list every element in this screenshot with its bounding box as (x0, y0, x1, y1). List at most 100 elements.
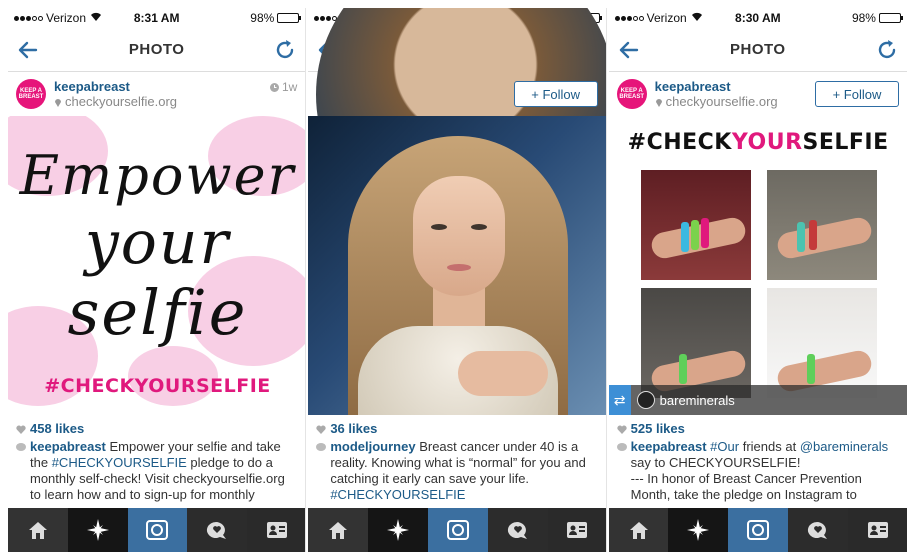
tab-home[interactable] (8, 508, 68, 552)
profile-icon (567, 522, 588, 538)
username-link[interactable]: keepabreast (655, 79, 778, 94)
caption: keepabreast #Our friends at @baremineral… (616, 439, 899, 503)
tab-camera[interactable] (127, 508, 188, 552)
camera-icon (446, 520, 469, 540)
caption: keepabreast Empower your selfie and take… (16, 439, 297, 503)
clock-icon (269, 82, 279, 92)
image-title: #CHECKYOURSELFIE (627, 130, 889, 155)
post-header: KEEP A BREAST keepabreast checkyourselfi… (609, 72, 907, 116)
signal-icon (14, 15, 43, 21)
location-link[interactable]: checkyourselfie.org (666, 94, 778, 109)
tab-camera[interactable] (427, 508, 488, 552)
battery-icon (878, 13, 903, 23)
caption-hashtag[interactable]: #CHECKYOURSELFIE (330, 487, 465, 502)
page-title: PHOTO (730, 41, 786, 58)
home-icon (329, 522, 348, 539)
home-icon (28, 522, 47, 539)
comment-bubble-icon (16, 443, 26, 451)
repost-banner[interactable]: ⇄ bareminerals (608, 385, 907, 415)
caption-username[interactable]: keepabreast (631, 439, 707, 454)
activity-icon (807, 522, 827, 539)
home-icon (629, 522, 648, 539)
tab-profile[interactable] (547, 508, 606, 552)
caption-text-b: say to CHECKYOURSELFIE! (630, 455, 801, 470)
post-photo[interactable]: #CHECKYOURSELFIE ⇄ bareminerals (608, 116, 907, 415)
location-pin-icon (55, 98, 61, 107)
post-header: KEEP A BREAST keepabreast checkyourselfi… (8, 72, 305, 116)
nav-bar: PHOTO (8, 28, 306, 72)
likes-count[interactable]: 36 likes (330, 421, 377, 437)
image-text-line-3: selfie (67, 276, 248, 349)
signal-icon (614, 15, 644, 21)
phone-screen-2: Verizon 8:30 AM 98% PHOTO modeljourney (308, 8, 607, 552)
carrier-name: Verizon (46, 11, 87, 25)
image-hashtag: #CHECKYOURSELFIE (44, 375, 271, 397)
camera-icon (146, 520, 169, 540)
tab-bar (308, 508, 606, 552)
tab-home[interactable] (608, 508, 669, 552)
comment-bubble-icon (616, 443, 627, 451)
location-pin-icon (655, 98, 662, 107)
location-link[interactable]: checkyourselfie.org (65, 94, 177, 109)
explore-icon (387, 519, 410, 541)
back-arrow-icon[interactable] (16, 38, 40, 62)
tab-bar (608, 508, 907, 552)
caption-mention[interactable]: @bareminerals (800, 439, 888, 454)
avatar[interactable]: KEEP A BREAST (16, 79, 46, 109)
page-title: PHOTO (128, 41, 185, 58)
refresh-icon[interactable] (273, 38, 297, 62)
caption-username[interactable]: keepabreast (30, 439, 106, 454)
explore-icon (86, 519, 109, 541)
profile-icon (867, 522, 888, 538)
tab-home[interactable] (308, 508, 369, 552)
username-link[interactable]: keepabreast (54, 79, 177, 94)
activity-icon (207, 522, 227, 539)
caption-hashtag[interactable]: #CHECKYOURSELFIE (52, 455, 187, 470)
tab-explore[interactable] (67, 508, 128, 552)
heart-icon (16, 424, 26, 434)
tab-activity[interactable] (187, 508, 248, 552)
repost-username[interactable]: bareminerals (660, 393, 735, 408)
caption-username[interactable]: modeljourney (330, 439, 415, 454)
tab-activity[interactable] (788, 508, 848, 552)
explore-icon (687, 519, 710, 541)
camera-icon (747, 520, 770, 540)
tab-camera[interactable] (728, 508, 789, 552)
post-header: modeljourney + Follow (308, 8, 606, 244)
screenshot-collage: Verizon 8:31 AM 98% PHOTO KEEP A BREAST … (8, 8, 907, 552)
activity-icon (507, 522, 527, 539)
caption: modeljourney Breast cancer under 40 is a… (316, 439, 597, 503)
post-photo[interactable]: Empower your selfie #CHECKYOURSELFIE (8, 116, 306, 415)
time-ago: 1w (281, 80, 298, 94)
profile-icon (267, 522, 288, 538)
likes-count[interactable]: 458 likes (30, 421, 84, 437)
back-arrow-icon[interactable] (617, 38, 641, 62)
likes-count[interactable]: 525 likes (631, 421, 685, 437)
heart-icon (316, 424, 326, 434)
post-body: 525 likes keepabreast #Our friends at @b… (609, 415, 907, 503)
tab-activity[interactable] (487, 508, 548, 552)
follow-button[interactable]: + Follow (513, 81, 598, 107)
battery-percent: 98% (250, 11, 275, 25)
battery-icon (277, 13, 302, 23)
tab-profile[interactable] (847, 508, 907, 552)
post-body: 36 likes modeljourney Breast cancer unde… (308, 415, 605, 503)
wifi-icon (90, 12, 102, 25)
caption-hashtag[interactable]: #Our (710, 439, 739, 454)
phone-screen-3: Verizon 8:30 AM 98% PHOTO KEEP A BREAST … (608, 8, 907, 552)
refresh-icon[interactable] (875, 38, 899, 62)
heart-icon (617, 424, 627, 434)
tab-explore[interactable] (368, 508, 428, 552)
tab-explore[interactable] (668, 508, 729, 552)
avatar[interactable]: KEEP A BREAST (616, 79, 647, 109)
image-text-line-1: Empower (19, 144, 296, 207)
caption-text-c: --- In honor of Breast Cancer Prevention… (630, 471, 862, 502)
repost-avatar (636, 391, 655, 409)
carrier-name: Verizon (646, 11, 687, 25)
post-photo[interactable] (308, 116, 606, 415)
follow-button[interactable]: + Follow (814, 81, 899, 107)
status-bar: Verizon 8:31 AM 98% (8, 8, 305, 28)
caption-text-a: friends at (742, 439, 797, 454)
battery-percent: 98% (851, 11, 876, 25)
tab-profile[interactable] (247, 508, 306, 552)
